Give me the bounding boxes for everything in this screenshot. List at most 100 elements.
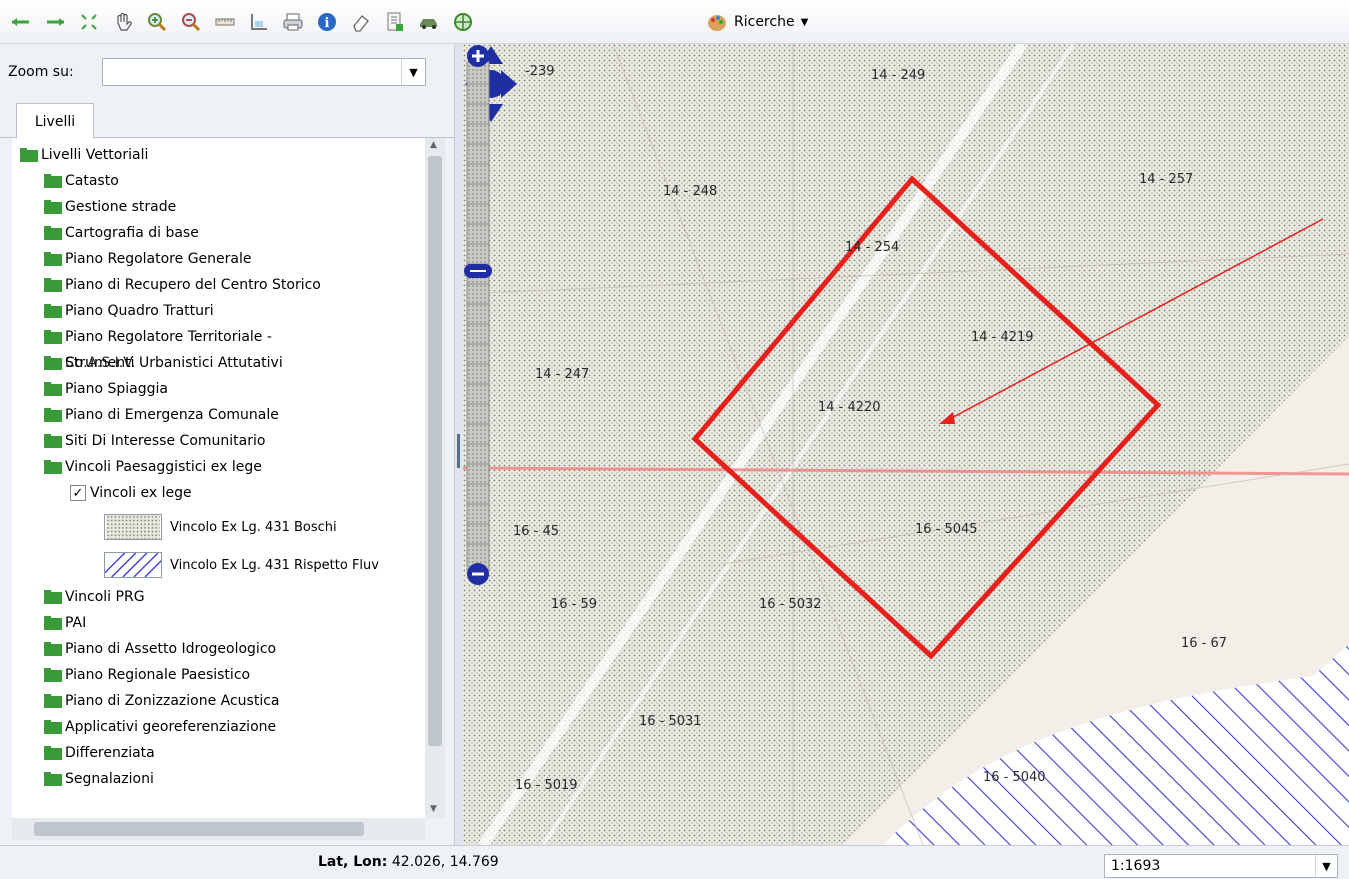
tree-item-label: Piano di Recupero del Centro Storico [65, 277, 321, 293]
parcel-label: 16 - 5019 [515, 778, 578, 793]
tree-item-label: Piano Regolatore Territoriale - [65, 329, 272, 345]
zoom-select[interactable]: ▼ [102, 58, 426, 86]
tree-item[interactable]: Vincoli Paesaggistici ex lege [44, 454, 262, 480]
folder-icon [44, 668, 62, 682]
arrow-right-icon[interactable] [42, 9, 68, 35]
dotted-pattern-swatch [104, 514, 162, 540]
hatch-pattern-swatch [104, 552, 162, 578]
tree-item[interactable]: Segnalazioni [44, 766, 154, 792]
tree-item[interactable]: Differenziata [44, 740, 155, 766]
tab-strip: Livelli [0, 103, 455, 139]
tree-item-label: Gestione strade [65, 199, 177, 215]
tree-item-label: Siti Di Interesse Comunitario [65, 433, 266, 449]
tree-item[interactable]: Applicativi georeferenziazione [44, 714, 276, 740]
folder-icon [44, 616, 62, 630]
folder-icon [44, 590, 62, 604]
tree-item[interactable]: Piano Regionale Paesistico [44, 662, 250, 688]
folder-icon [44, 720, 62, 734]
folder-icon [44, 460, 62, 474]
tree-item-overlap: Co.A.S.I.V. [65, 350, 135, 376]
tree-item[interactable]: Piano di Assetto Idrogeologico [44, 636, 276, 662]
palette-icon [708, 15, 726, 31]
tree-item[interactable]: Cartografia di base [44, 220, 199, 246]
document-list-icon[interactable] [382, 9, 408, 35]
tree-item-label: Catasto [65, 173, 119, 189]
ruler-icon[interactable] [212, 9, 238, 35]
tree-item-label: Segnalazioni [65, 771, 154, 787]
parcel-label: 14 - 257 [1139, 172, 1194, 187]
tree-item[interactable]: Piano Spiaggia [44, 376, 168, 402]
scale-select[interactable]: 1:1693 ▼ [1104, 854, 1338, 878]
layer-checkbox[interactable]: ✓ [70, 485, 86, 501]
layer-tree: Livelli Vettoriali Catasto Gestione stra… [12, 138, 425, 818]
print-icon[interactable] [280, 9, 306, 35]
coordinate-value: 42.026, 14.769 [391, 854, 499, 870]
tree-item[interactable]: Piano di Emergenza Comunale [44, 402, 279, 428]
tree-item[interactable]: Piano Regolatore Generale [44, 246, 251, 272]
arrow-left-icon[interactable] [8, 9, 34, 35]
parcel-label: 16 - 59 [551, 597, 598, 612]
zoom-out-icon[interactable] [178, 9, 204, 35]
panel-splitter[interactable] [455, 44, 463, 845]
parcel-label: 16 - 67 [1181, 636, 1228, 651]
chevron-down-icon: ▼ [800, 16, 809, 28]
legend-label: Vincolo Ex Lg. 431 Boschi [170, 519, 337, 535]
full-extent-icon[interactable] [76, 9, 102, 35]
tree-vertical-scrollbar[interactable]: ▲ ▼ [425, 138, 445, 818]
folder-icon [44, 278, 62, 292]
chevron-down-icon[interactable]: ▼ [401, 59, 425, 85]
folder-icon [44, 408, 62, 422]
tree-horizontal-scrollbar[interactable] [12, 818, 425, 840]
parcel-label: 14 - 248 [663, 184, 718, 199]
scroll-up-icon[interactable]: ▲ [430, 140, 437, 150]
parcel-label: 16 - 45 [513, 524, 560, 539]
tree-item[interactable]: Vincoli PRG [44, 584, 145, 610]
pan-hand-icon[interactable] [110, 9, 136, 35]
folder-icon [44, 772, 62, 786]
folder-icon [20, 148, 38, 162]
scroll-thumb[interactable] [34, 822, 364, 836]
parcel-label: 14 - 254 [845, 240, 900, 255]
map-canvas[interactable]: -239 14 - 249 14 - 248 14 - 257 14 - 254… [463, 44, 1349, 845]
tree-item-label: Piano Quadro Tratturi [65, 303, 214, 319]
layer-checkbox-row[interactable]: ✓ Vincoli ex lege [70, 480, 192, 506]
zoom-in-icon[interactable] [144, 9, 170, 35]
coordinate-readout: Lat, Lon: 42.026, 14.769 [318, 854, 499, 870]
folder-icon [44, 252, 62, 266]
tree-item[interactable]: Piano di Zonizzazione Acustica [44, 688, 280, 714]
tree-item[interactable]: Siti Di Interesse Comunitario [44, 428, 265, 454]
parcel-label: 14 - 249 [871, 68, 926, 83]
target-icon[interactable] [450, 9, 476, 35]
folder-icon [44, 642, 62, 656]
parcel-label: 16 - 5032 [759, 597, 822, 612]
zoom-slider[interactable] [463, 44, 493, 589]
scroll-down-icon[interactable]: ▼ [430, 804, 437, 814]
tree-item[interactable]: Piano Quadro Tratturi [44, 298, 214, 324]
coordinate-label: Lat, Lon: [318, 854, 388, 870]
folder-icon [44, 746, 62, 760]
svg-text:i: i [325, 16, 330, 31]
tree-item-label: Piano di Emergenza Comunale [65, 407, 279, 423]
tree-item[interactable]: Piano Regolatore Territoriale - [44, 324, 272, 350]
eraser-icon[interactable] [348, 9, 374, 35]
tree-item[interactable]: Gestione strade [44, 194, 176, 220]
area-measure-icon[interactable] [246, 9, 272, 35]
tree-item[interactable]: Piano di Recupero del Centro Storico [44, 272, 321, 298]
tree-item[interactable]: PAI [44, 610, 86, 636]
search-menu[interactable]: Ricerche ▼ [706, 10, 808, 34]
parcel-label: 16 - 5045 [915, 522, 978, 537]
chevron-down-icon[interactable]: ▼ [1315, 855, 1337, 877]
tree-item-label: PAI [65, 615, 87, 631]
car-icon[interactable] [416, 9, 442, 35]
splitter-grip[interactable] [457, 434, 460, 468]
folder-icon [44, 434, 62, 448]
legend-label: Vincolo Ex Lg. 431 Rispetto Fluv [170, 557, 379, 573]
scroll-thumb[interactable] [428, 156, 442, 746]
tab-livelli[interactable]: Livelli [16, 103, 94, 139]
tree-item-label: Piano Spiaggia [65, 381, 168, 397]
info-icon[interactable]: i [314, 9, 340, 35]
tree-root[interactable]: Livelli Vettoriali [20, 142, 148, 168]
tree-item[interactable]: Catasto [44, 168, 119, 194]
tree-item-label: Differenziata [65, 745, 155, 761]
tree-item-label: Vincoli PRG [65, 589, 145, 605]
